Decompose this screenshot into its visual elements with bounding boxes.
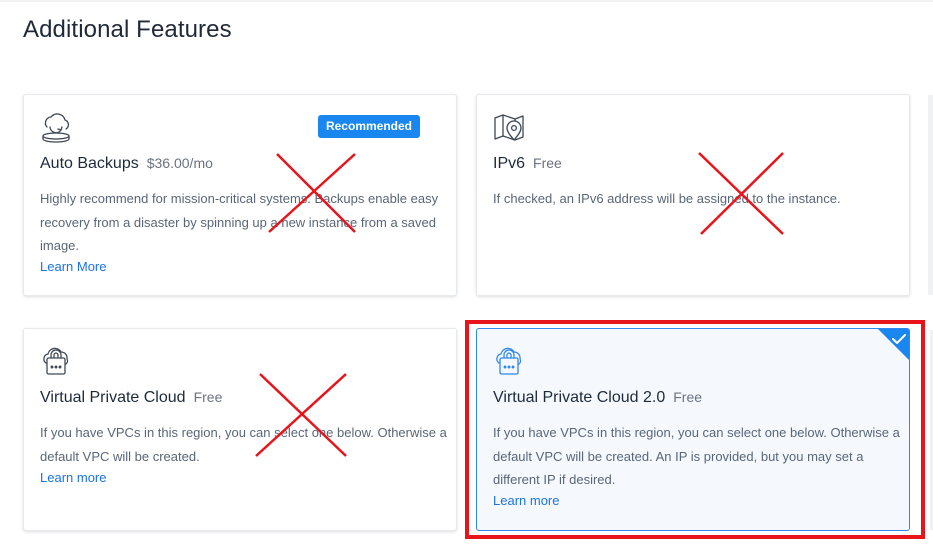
- card-title: IPv6: [493, 155, 526, 172]
- learn-more-link[interactable]: Learn More: [40, 259, 106, 274]
- card-description: If you have VPCs in this region, you can…: [40, 421, 447, 468]
- card-price: Free: [673, 389, 703, 405]
- card-title: Auto Backups: [40, 155, 139, 172]
- description-line: If you have VPCs in this region, you can…: [493, 425, 900, 440]
- card-price: Free: [193, 389, 223, 405]
- description-line: default VPC will be created. An IP is pr…: [493, 448, 864, 464]
- card-description: If you have VPCs in this region, you can…: [493, 421, 900, 492]
- description-line: different IP if desired.: [493, 472, 616, 487]
- description-line: If you have VPCs in this region, you can…: [40, 425, 447, 440]
- card-title: Virtual Private Cloud 2.0: [493, 389, 666, 406]
- description-line: recovery from a disaster by spinning up …: [40, 214, 436, 230]
- section-title: Additional Features: [23, 16, 232, 43]
- feature-card-auto-backups[interactable]: Recommended Auto Backups $36.00/mo Highly…: [23, 94, 457, 296]
- map-pin-icon: [492, 110, 526, 144]
- feature-card-vpc[interactable]: Virtual Private Cloud Free If you have VP…: [23, 328, 457, 531]
- description-line: Highly recommend for mission-critical sy…: [40, 191, 439, 206]
- card-description: Highly recommend for mission-critical sy…: [40, 187, 438, 258]
- feature-card-ipv6[interactable]: IPv6 Free If checked, an IPv6 address wil…: [476, 94, 910, 296]
- feature-card-vpc2[interactable]: Virtual Private Cloud 2.0 Free If you hav…: [476, 328, 910, 531]
- card-title: Virtual Private Cloud: [40, 389, 186, 406]
- title-row: Auto Backups $36.00/mo: [40, 155, 213, 173]
- recommended-badge: Recommended: [317, 115, 420, 138]
- selected-check-icon: [877, 329, 909, 361]
- cloud-lock-icon: [492, 344, 526, 378]
- learn-more-link[interactable]: Learn more: [493, 493, 559, 508]
- description-line: If checked, an IPv6 address will be assi…: [493, 191, 841, 206]
- cloud-lock-icon: [39, 344, 73, 378]
- title-row: IPv6 Free: [493, 155, 562, 173]
- learn-more-link[interactable]: Learn more: [40, 470, 106, 485]
- adjacent-card-edge: [928, 95, 933, 295]
- description-line: default VPC will be created.: [40, 448, 200, 464]
- card-description: If checked, an IPv6 address will be assi…: [493, 187, 841, 211]
- title-row: Virtual Private Cloud Free: [40, 389, 222, 407]
- card-price: Free: [533, 155, 562, 171]
- top-divider: [0, 0, 933, 2]
- description-line: image.: [40, 238, 80, 253]
- cloud-backup-icon: [39, 110, 73, 144]
- title-row: Virtual Private Cloud 2.0 Free: [493, 389, 702, 407]
- card-price: $36.00/mo: [146, 155, 213, 171]
